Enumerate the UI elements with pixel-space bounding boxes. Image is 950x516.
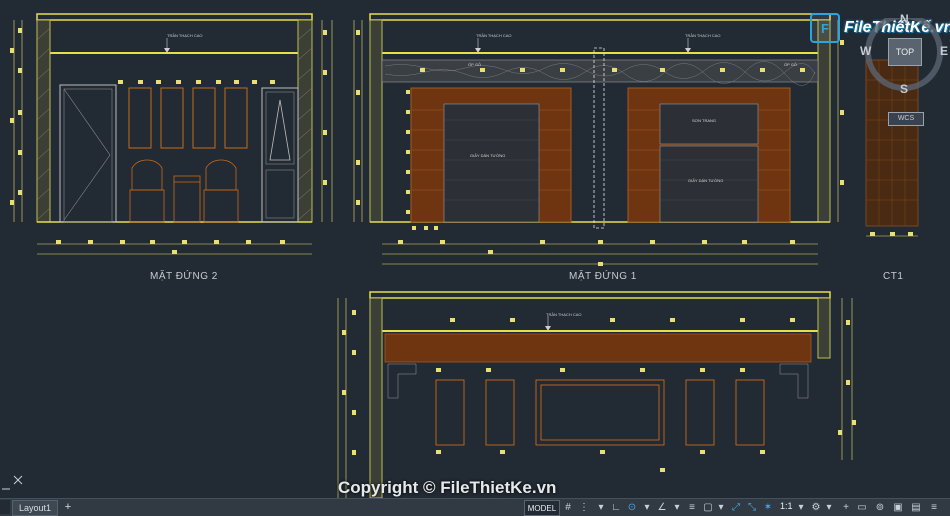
annotation-wallpaper-1: GIẤY DÁN TƯỜNG	[470, 153, 505, 158]
viewcube-east[interactable]: E	[940, 44, 948, 58]
tab-layout1[interactable]: Layout1	[12, 500, 58, 516]
scale-dropdown-icon[interactable]: ▾	[796, 501, 806, 513]
view-label-ct1: CT1	[883, 271, 904, 282]
ortho-icon[interactable]: ▾	[596, 501, 606, 513]
lineweight-icon[interactable]: ▾	[672, 501, 682, 513]
hardware-accel-icon[interactable]: ⊚	[874, 501, 886, 513]
add-icon[interactable]: +	[840, 501, 852, 513]
auto-scale-icon[interactable]: ⤢	[730, 501, 742, 513]
annotation-ceiling-1a: TRẦN THẠCH CAO	[476, 33, 511, 38]
logo-box: F	[810, 13, 840, 43]
selection-cycling-icon[interactable]: ▢	[702, 501, 714, 513]
workspace-icon[interactable]: ✶	[762, 501, 774, 513]
viewcube-north[interactable]: N	[900, 12, 909, 26]
annotation-ceiling-1b: TRẦN THẠCH CAO	[685, 33, 720, 38]
wcs-menu[interactable]: WCS	[888, 112, 924, 126]
add-layout-button[interactable]: +	[60, 500, 76, 514]
elevation-bottom: TRẦN THẠCH CAO	[337, 291, 853, 498]
transparency-icon[interactable]: ≡	[686, 501, 698, 513]
annotation-painting: SƠN TRANG	[692, 118, 716, 123]
otrack-icon[interactable]: ∠	[656, 501, 668, 513]
isolate-icon[interactable]: ▭	[856, 501, 868, 513]
isodraft-icon[interactable]: ⊙	[626, 501, 638, 513]
annotation-visibility-icon[interactable]: ▾	[716, 501, 726, 513]
cad-drawing: TRẦN THẠCH CAO GIẤY DÁN TƯỜNG SƠN TRANG …	[10, 13, 919, 498]
annotation-scale-icon[interactable]: ⤡	[746, 501, 758, 513]
viewcube-south[interactable]: S	[900, 82, 908, 96]
snap-icon[interactable]: ⋮	[578, 501, 590, 513]
drawing-canvas[interactable]: TRẦN THẠCH CAO GIẤY DÁN TƯỜNG SƠN TRANG …	[0, 0, 950, 498]
copyright-watermark: Copyright © FileThietKe.vn	[338, 478, 557, 497]
annotation-ceiling-2: TRẦN THẠCH CAO	[167, 33, 202, 38]
workspace-gear-icon[interactable]: ⚙	[810, 501, 822, 513]
status-bar: Layout1 + MODEL # ⋮ ▾ ∟ ⊙ ▾ ∠ ▾ ≡ ▢ ▾ ⤢ …	[0, 498, 950, 516]
polar-icon[interactable]: ∟	[610, 501, 622, 513]
annotation-ceiling-3: TRẦN THẠCH CAO	[546, 312, 581, 317]
customize-icon[interactable]: ▤	[910, 501, 922, 513]
tab-model[interactable]	[0, 500, 10, 514]
menu-icon[interactable]: ≡	[928, 501, 940, 513]
ucs-icon	[0, 472, 30, 492]
viewcube-west[interactable]: W	[860, 44, 871, 58]
clean-screen-icon[interactable]: ▣	[892, 501, 904, 513]
annotation-wallpaper-2: GIẤY DÁN TƯỜNG	[688, 178, 723, 183]
osnap-icon[interactable]: ▾	[642, 501, 652, 513]
model-space-button[interactable]: MODEL	[524, 500, 560, 516]
annotation-wood-2: ỐP GỖ	[784, 62, 797, 67]
elevation-mat-dung-2: TRẦN THẠCH CAO	[13, 13, 333, 255]
view-label-mat-dung-1: MẶT ĐỨNG 1	[569, 271, 637, 282]
viewcube-top-face[interactable]: TOP	[888, 38, 922, 66]
gear-dropdown-icon[interactable]: ▾	[824, 501, 834, 513]
view-label-mat-dung-2: MẶT ĐỨNG 2	[150, 271, 218, 282]
viewcube[interactable]: N W E S TOP	[858, 12, 948, 108]
annotation-scale-value[interactable]: 1:1	[780, 501, 793, 511]
grid-icon[interactable]: #	[562, 501, 574, 513]
annotation-wood-1: ỐP GỖ	[468, 62, 481, 67]
